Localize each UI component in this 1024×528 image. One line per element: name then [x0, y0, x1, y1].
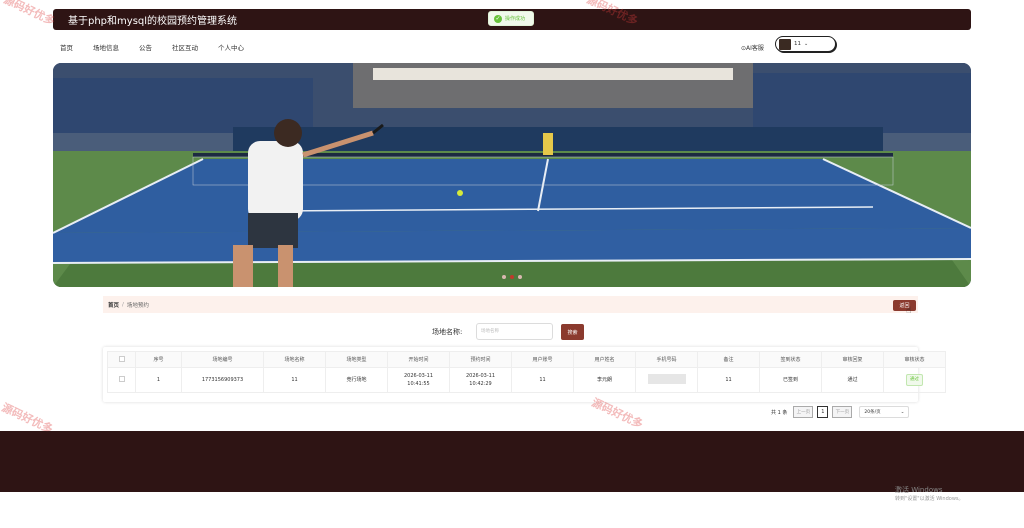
column-header: 审核状态 [883, 351, 946, 368]
cell-status: 通过 [883, 367, 946, 393]
tennis-court-image [53, 63, 971, 287]
search-button[interactable]: 搜索 [561, 324, 584, 340]
pagination-total: 共 1 条 [771, 409, 788, 416]
prev-page-button[interactable]: 上一页 [793, 406, 814, 418]
chevron-down-icon: ⌄ [900, 409, 905, 415]
check-circle-icon: ✓ [494, 14, 502, 23]
avatar [779, 38, 791, 50]
cell-user-name: 李元朗 [573, 367, 636, 393]
carousel-dot-active[interactable] [510, 275, 514, 279]
column-header: 场地编号 [181, 351, 264, 368]
breadcrumb: 首页 / 场地预约 [103, 296, 918, 313]
column-header: 手机号码 [635, 351, 698, 368]
activation-title: 激活 Windows [895, 486, 943, 494]
cell-venue-name: 11 [263, 367, 326, 393]
booking-table: 序号 场地编号 场地名称 场地类型 开始时间 预约时间 用户账号 用户姓名 手机… [103, 347, 946, 402]
search-label: 场地名称: [432, 328, 463, 336]
nav-item-home[interactable]: 首页 [60, 42, 73, 52]
current-page[interactable]: 1 [817, 406, 829, 418]
cell-reply: 通过 [821, 367, 884, 393]
search-input[interactable] [476, 323, 553, 340]
main-nav: 首页 场地信息 公告 社区互动 个人中心 [60, 42, 264, 52]
back-button[interactable]: 返回 [893, 300, 916, 311]
table-header-row: 序号 场地编号 场地名称 场地类型 开始时间 预约时间 用户账号 用户姓名 手机… [107, 351, 946, 368]
cell-index: 1 [135, 367, 182, 393]
carousel-dots [502, 275, 522, 279]
next-page-button[interactable]: 下一页 [832, 406, 853, 418]
select-all-checkbox[interactable] [118, 355, 125, 362]
cell-remark: 11 [697, 367, 760, 393]
nav-item-community[interactable]: 社区互动 [172, 42, 198, 52]
select-all-cell [107, 351, 136, 368]
breadcrumb-separator: / [122, 301, 124, 308]
column-header: 用户姓名 [573, 351, 636, 368]
cell-book-time: 2026-03-11 10:42:29 [449, 367, 512, 393]
ai-service-link[interactable]: ⊙AI客服 [741, 43, 764, 52]
column-header: 备注 [697, 351, 760, 368]
breadcrumb-home[interactable]: 首页 [108, 301, 119, 309]
chevron-down-icon: ⌄ [804, 41, 809, 47]
nav-item-profile[interactable]: 个人中心 [218, 42, 244, 52]
success-toast: ✓ 操作成功 [488, 11, 534, 26]
footer [0, 431, 1024, 492]
banner-carousel[interactable] [53, 63, 971, 287]
cell-start-time: 2026-03-11 10:41:55 [387, 367, 450, 393]
column-header: 预约时间 [449, 351, 512, 368]
cell-phone [635, 367, 698, 393]
column-header: 用户账号 [511, 351, 574, 368]
status-badge: 通过 [906, 374, 923, 386]
column-header: 序号 [135, 351, 182, 368]
column-header: 场地名称 [263, 351, 326, 368]
cell-venue-type: 竞行场地 [325, 367, 388, 393]
carousel-dot[interactable] [518, 275, 522, 279]
column-header: 审核回复 [821, 351, 884, 368]
windows-activation-notice: 激活 Windows 转到"设置"以激活 Windows。 [895, 486, 964, 504]
watermark: 源码好优多 [1, 0, 57, 28]
page-size-select[interactable]: 20条/页 ⌄ [859, 406, 910, 418]
row-select-cell [107, 367, 136, 393]
username: 11 [794, 41, 801, 47]
cell-checkin: 已签到 [759, 367, 822, 393]
cell-venue-no: 1773156909373 [181, 367, 264, 393]
app-title: 基于php和mysql的校园预约管理系统 [68, 16, 238, 27]
activation-subtitle: 转到"设置"以激活 Windows。 [895, 496, 964, 502]
page-size-value: 20条/页 [864, 410, 881, 415]
user-menu[interactable]: 11 ⌄ [775, 36, 836, 52]
nav-item-venues[interactable]: 场地信息 [93, 42, 119, 52]
pagination: 共 1 条 上一页 1 下一页 20条/页 ⌄ [771, 406, 910, 418]
table-row[interactable]: 1 1773156909373 11 竞行场地 2026-03-11 10:41:… [107, 367, 946, 393]
carousel-dot[interactable] [502, 275, 506, 279]
column-header: 开始时间 [387, 351, 450, 368]
start-date: 2026-03-11 [403, 373, 434, 379]
masked-phone [647, 373, 686, 384]
toast-message: 操作成功 [505, 16, 526, 22]
nav-item-notices[interactable]: 公告 [139, 42, 152, 52]
column-header: 场地类型 [325, 351, 388, 368]
book-date: 2026-03-11 [465, 373, 496, 379]
column-header: 签到状态 [759, 351, 822, 368]
hand-cursor-icon: ☝ [906, 306, 912, 316]
cell-account: 11 [511, 367, 574, 393]
start-clock: 10:41:55 [407, 381, 430, 387]
row-checkbox[interactable] [118, 375, 125, 382]
breadcrumb-current: 场地预约 [126, 302, 149, 309]
book-clock: 10:42:29 [469, 381, 492, 387]
